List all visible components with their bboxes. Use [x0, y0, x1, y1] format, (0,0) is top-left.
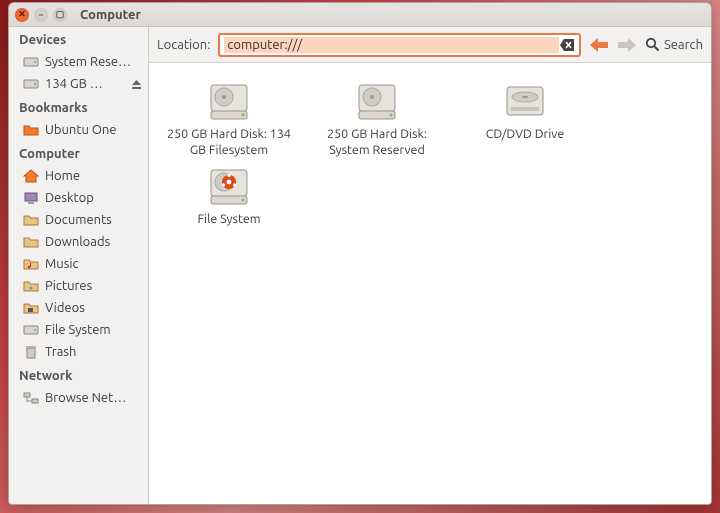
grid-item-label: 250 GB Hard Disk: System Reserved — [312, 127, 442, 158]
titlebar[interactable]: ✕ – ▢ Computer — [9, 3, 711, 27]
search-label: Search — [664, 38, 703, 52]
sidebar-item[interactable]: Pictures — [9, 275, 148, 297]
sidebar-item-label: Pictures — [45, 279, 142, 293]
location-input-wrap[interactable] — [218, 33, 581, 57]
sidebar-item-label: Downloads — [45, 235, 142, 249]
search-button[interactable]: Search — [645, 37, 703, 52]
sidebar-section-header: Computer — [9, 141, 148, 165]
sidebar-item[interactable]: Ubuntu One — [9, 119, 148, 141]
sidebar-item[interactable]: Downloads — [9, 231, 148, 253]
hard-disk-icon — [205, 166, 253, 208]
trash-icon — [23, 344, 39, 360]
sidebar-item[interactable]: File System — [9, 319, 148, 341]
forward-button[interactable] — [617, 35, 637, 55]
sidebar-item[interactable]: Music — [9, 253, 148, 275]
sidebar-item-label: Documents — [45, 213, 142, 227]
grid-item[interactable]: CD/DVD Drive — [455, 77, 595, 162]
sidebar-item[interactable]: Documents — [9, 209, 148, 231]
sidebar-item-label: Browse Net… — [45, 391, 142, 405]
sidebar-item-label: Ubuntu One — [45, 123, 142, 137]
sidebar-section-header: Bookmarks — [9, 95, 148, 119]
back-button[interactable] — [589, 35, 609, 55]
maximize-button[interactable]: ▢ — [53, 8, 67, 22]
grid-item[interactable]: File System — [159, 162, 299, 232]
sidebar-item-label: Music — [45, 257, 142, 271]
sidebar-item-label: Home — [45, 169, 142, 183]
sidebar-item-label: Videos — [45, 301, 142, 315]
home-icon — [23, 168, 39, 184]
sidebar: Devices System Rese… 134 GB … Bookmarks Ubun… — [9, 27, 149, 504]
sidebar-item[interactable]: System Rese… — [9, 51, 148, 73]
videos-icon — [23, 300, 39, 316]
toolbar: Location: Search — [149, 27, 711, 63]
drive-icon — [23, 54, 39, 70]
window-body: Devices System Rese… 134 GB … Bookmarks Ubun… — [9, 27, 711, 504]
close-button[interactable]: ✕ — [15, 8, 29, 22]
desktop-icon — [23, 190, 39, 206]
sidebar-item-label: Desktop — [45, 191, 142, 205]
search-icon — [645, 37, 660, 52]
optical-drive-icon — [501, 81, 549, 123]
sidebar-item[interactable]: Browse Net… — [9, 387, 148, 409]
drive-icon — [23, 76, 39, 92]
sidebar-item[interactable]: 134 GB … — [9, 73, 148, 95]
sidebar-item[interactable]: Trash — [9, 341, 148, 363]
folder-icon — [23, 212, 39, 228]
sidebar-item-label: Trash — [45, 345, 142, 359]
grid-item-label: 250 GB Hard Disk: 134 GB Filesystem — [164, 127, 294, 158]
sidebar-section-header: Devices — [9, 27, 148, 51]
grid-item-label: CD/DVD Drive — [486, 127, 565, 143]
sidebar-item[interactable]: Desktop — [9, 187, 148, 209]
music-icon — [23, 256, 39, 272]
file-manager-window: ✕ – ▢ Computer Devices System Rese… 134 GB… — [8, 2, 712, 505]
location-input[interactable] — [224, 37, 559, 53]
hard-disk-icon — [205, 81, 253, 123]
drive-icon — [23, 322, 39, 338]
hard-disk-icon — [353, 81, 401, 123]
sidebar-section-header: Network — [9, 363, 148, 387]
folder-icon — [23, 122, 39, 138]
sidebar-item[interactable]: Videos — [9, 297, 148, 319]
location-label: Location: — [157, 38, 210, 52]
sidebar-item-label: System Rese… — [45, 55, 142, 69]
sidebar-item-label: 134 GB … — [45, 77, 125, 91]
sidebar-item-label: File System — [45, 323, 142, 337]
grid-item-label: File System — [197, 212, 260, 228]
folder-icon — [23, 234, 39, 250]
pictures-icon — [23, 278, 39, 294]
network-icon — [23, 390, 39, 406]
main-pane: Location: Search — [149, 27, 711, 504]
clear-location-icon[interactable] — [559, 37, 575, 53]
sidebar-item[interactable]: Home — [9, 165, 148, 187]
icon-grid[interactable]: 250 GB Hard Disk: 134 GB Filesystem 250 G… — [149, 63, 711, 504]
eject-icon[interactable] — [131, 79, 142, 90]
grid-item[interactable]: 250 GB Hard Disk: System Reserved — [307, 77, 447, 162]
window-title: Computer — [80, 8, 141, 22]
minimize-button[interactable]: – — [34, 8, 48, 22]
grid-item[interactable]: 250 GB Hard Disk: 134 GB Filesystem — [159, 77, 299, 162]
